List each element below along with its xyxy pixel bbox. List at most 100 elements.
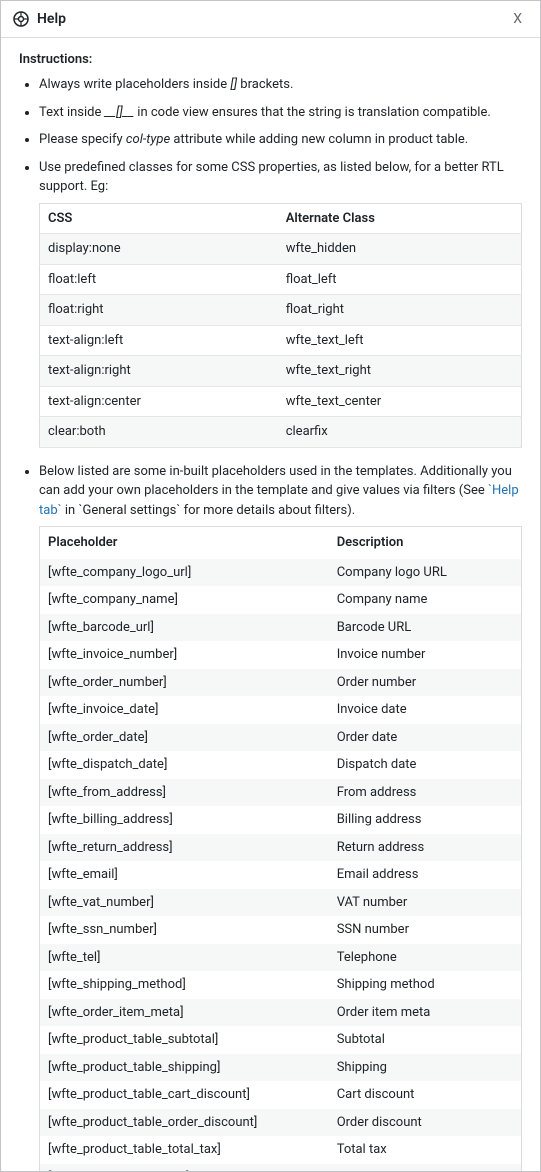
ph-cell: [wfte_product_table_fee] bbox=[40, 1164, 329, 1172]
table-row: text-align:leftwfte_text_left bbox=[40, 325, 522, 356]
ph-cell: [wfte_product_table_cart_discount] bbox=[40, 1081, 329, 1109]
css-cell: float:right bbox=[40, 295, 278, 326]
table-row: [wfte_product_table_cart_discount]Cart d… bbox=[40, 1081, 522, 1109]
desc-cell: Company logo URL bbox=[329, 559, 522, 587]
table-row: [wfte_barcode_url]Barcode URL bbox=[40, 614, 522, 642]
table-row: [wfte_from_address]From address bbox=[40, 779, 522, 807]
ph-cell: [wfte_return_address] bbox=[40, 834, 329, 862]
table-row: display:nonewfte_hidden bbox=[40, 234, 522, 265]
instruction-item: Please specify col-type attribute while … bbox=[39, 130, 522, 150]
desc-cell: Invoice date bbox=[329, 696, 522, 724]
table-row: [wfte_invoice_number]Invoice number bbox=[40, 641, 522, 669]
desc-cell: VAT number bbox=[329, 889, 522, 917]
ph-cell: [wfte_billing_address] bbox=[40, 806, 329, 834]
table-row: [wfte_return_address]Return address bbox=[40, 834, 522, 862]
text-em: __[]__ bbox=[105, 105, 134, 120]
text: Please specify bbox=[39, 132, 126, 147]
alt-cell: wfte_hidden bbox=[278, 234, 522, 265]
instruction-item: Always write placeholders inside [] brac… bbox=[39, 75, 522, 95]
alt-cell: wfte_text_right bbox=[278, 356, 522, 387]
text: Below listed are some in-built placehold… bbox=[39, 464, 512, 499]
desc-cell: Order number bbox=[329, 669, 522, 697]
text: Text inside bbox=[39, 105, 105, 120]
desc-cell: Fee bbox=[329, 1164, 522, 1172]
table-row: [wfte_vat_number]VAT number bbox=[40, 889, 522, 917]
desc-cell: Dispatch date bbox=[329, 751, 522, 779]
panel-header: Help X bbox=[1, 1, 540, 38]
ph-cell: [wfte_order_item_meta] bbox=[40, 999, 329, 1027]
table-row: [wfte_email]Email address bbox=[40, 861, 522, 889]
ph-cell: [wfte_product_table_subtotal] bbox=[40, 1026, 329, 1054]
table-row: clear:bothclearfix bbox=[40, 417, 522, 448]
table-row: [wfte_order_number]Order number bbox=[40, 669, 522, 697]
table-row: [wfte_order_date]Order date bbox=[40, 724, 522, 752]
ph-header: Placeholder bbox=[40, 527, 329, 559]
help-icon bbox=[13, 11, 29, 27]
alt-cell: float_right bbox=[278, 295, 522, 326]
desc-cell: From address bbox=[329, 779, 522, 807]
alt-cell: wfte_text_center bbox=[278, 386, 522, 417]
close-button[interactable]: X bbox=[507, 9, 528, 29]
panel-title: Help bbox=[37, 11, 507, 27]
text: Use predefined classes for some CSS prop… bbox=[39, 160, 504, 195]
ph-cell: [wfte_dispatch_date] bbox=[40, 751, 329, 779]
desc-cell: Company name bbox=[329, 586, 522, 614]
css-cell: text-align:right bbox=[40, 356, 278, 387]
table-row: text-align:rightwfte_text_right bbox=[40, 356, 522, 387]
ph-cell: [wfte_product_table_shipping] bbox=[40, 1054, 329, 1082]
alt-cell: wfte_text_left bbox=[278, 325, 522, 356]
desc-cell: Email address bbox=[329, 861, 522, 889]
desc-cell: Cart discount bbox=[329, 1081, 522, 1109]
table-row: [wfte_company_logo_url]Company logo URL bbox=[40, 559, 522, 587]
css-cell: text-align:center bbox=[40, 386, 278, 417]
ph-cell: [wfte_invoice_date] bbox=[40, 696, 329, 724]
desc-header: Description bbox=[329, 527, 522, 559]
text: attribute while adding new column in pro… bbox=[170, 132, 468, 147]
desc-cell: Shipping method bbox=[329, 971, 522, 999]
table-row: [wfte_billing_address]Billing address bbox=[40, 806, 522, 834]
placeholder-table: Placeholder Description [wfte_company_lo… bbox=[39, 526, 522, 1171]
text: Always write placeholders inside bbox=[39, 77, 230, 92]
css-cell: float:left bbox=[40, 264, 278, 295]
ph-cell: [wfte_order_number] bbox=[40, 669, 329, 697]
desc-cell: Shipping bbox=[329, 1054, 522, 1082]
text: in code view ensures that the string is … bbox=[134, 105, 491, 120]
desc-cell: Barcode URL bbox=[329, 614, 522, 642]
panel-content: Instructions: Always write placeholders … bbox=[1, 38, 540, 1171]
table-row: [wfte_product_table_order_discount]Order… bbox=[40, 1109, 522, 1137]
desc-cell: Order discount bbox=[329, 1109, 522, 1137]
ph-cell: [wfte_product_table_total_tax] bbox=[40, 1136, 329, 1164]
ph-cell: [wfte_shipping_method] bbox=[40, 971, 329, 999]
alt-cell: clearfix bbox=[278, 417, 522, 448]
table-row: [wfte_product_table_shipping]Shipping bbox=[40, 1054, 522, 1082]
help-panel: Help X Instructions: Always write placeh… bbox=[0, 0, 541, 1172]
ph-cell: [wfte_product_table_order_discount] bbox=[40, 1109, 329, 1137]
desc-cell: Billing address bbox=[329, 806, 522, 834]
instruction-item: Text inside __[]__ in code view ensures … bbox=[39, 103, 522, 123]
desc-cell: Order item meta bbox=[329, 999, 522, 1027]
table-row: [wfte_product_table_total_tax]Total tax bbox=[40, 1136, 522, 1164]
desc-cell: Telephone bbox=[329, 944, 522, 972]
ph-cell: [wfte_email] bbox=[40, 861, 329, 889]
desc-cell: Order date bbox=[329, 724, 522, 752]
text: in `General settings` for more details a… bbox=[62, 503, 356, 518]
ph-cell: [wfte_company_name] bbox=[40, 586, 329, 614]
table-row: [wfte_dispatch_date]Dispatch date bbox=[40, 751, 522, 779]
text: brackets. bbox=[237, 77, 293, 92]
desc-cell: SSN number bbox=[329, 916, 522, 944]
table-row: [wfte_invoice_date]Invoice date bbox=[40, 696, 522, 724]
css-header: CSS bbox=[40, 203, 278, 234]
desc-cell: Invoice number bbox=[329, 641, 522, 669]
desc-cell: Return address bbox=[329, 834, 522, 862]
ph-cell: [wfte_barcode_url] bbox=[40, 614, 329, 642]
desc-cell: Subtotal bbox=[329, 1026, 522, 1054]
table-row: [wfte_order_item_meta]Order item meta bbox=[40, 999, 522, 1027]
table-row: [wfte_tel]Telephone bbox=[40, 944, 522, 972]
ph-cell: [wfte_vat_number] bbox=[40, 889, 329, 917]
ph-cell: [wfte_ssn_number] bbox=[40, 916, 329, 944]
table-row: text-align:centerwfte_text_center bbox=[40, 386, 522, 417]
table-row: [wfte_ssn_number]SSN number bbox=[40, 916, 522, 944]
desc-cell: Total tax bbox=[329, 1136, 522, 1164]
ph-cell: [wfte_from_address] bbox=[40, 779, 329, 807]
instructions-heading: Instructions: bbox=[19, 52, 522, 67]
